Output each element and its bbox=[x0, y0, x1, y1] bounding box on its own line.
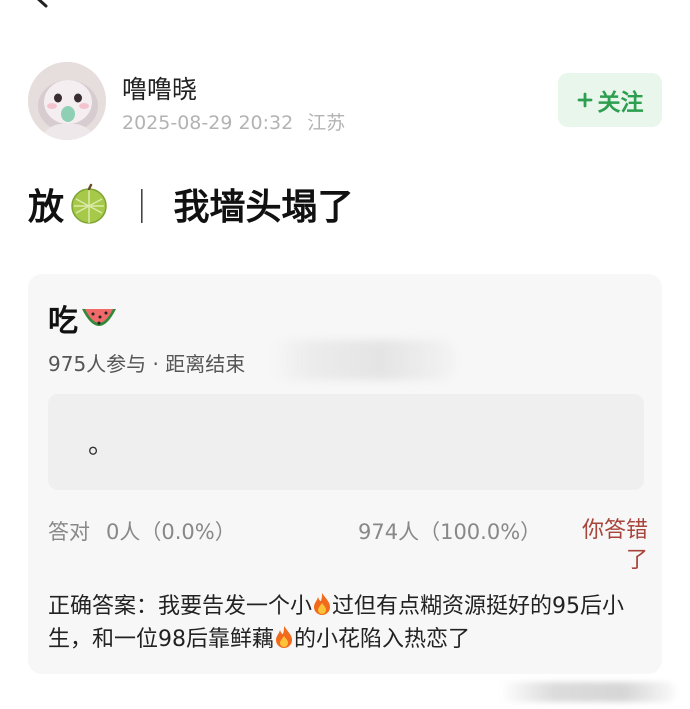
quiz-question-text: 吃 bbox=[48, 304, 78, 339]
chevron-left-icon[interactable] bbox=[30, 0, 52, 8]
melon-emoji-icon bbox=[68, 183, 110, 225]
post-meta: 2025-08-29 20:32 江苏 bbox=[122, 108, 345, 135]
correct-answer: 正确答案：我要告发一个小 过但有点糊资源挺好的95后小生，和一位98后靠鲜藕 的小花… bbox=[48, 592, 648, 658]
watermark bbox=[500, 682, 676, 702]
blurred-region bbox=[272, 340, 456, 380]
fire-emoji-icon bbox=[312, 592, 332, 625]
correct-label: 答对 bbox=[48, 520, 90, 544]
correct-count: 0人（0.0%） bbox=[106, 520, 236, 544]
wrong-count: 974人（100.0%） bbox=[358, 520, 542, 544]
author-row: 噜噜晓 2025-08-29 20:32 江苏 关注 bbox=[28, 60, 664, 140]
watermelon-emoji-icon bbox=[80, 303, 118, 333]
answer-part-1: 正确答案：我要告发一个小 bbox=[48, 594, 313, 619]
post-title: 放 | 我墙头塌了 bbox=[28, 178, 354, 230]
post-location: 江苏 bbox=[307, 112, 346, 134]
quiz-card: 吃 975人参与 · 距离结束 。 答对 0人（0.0%） 974人（100.0%… bbox=[28, 274, 662, 674]
correct-stat: 答对 0人（0.0%） bbox=[48, 516, 236, 546]
participant-count: 975人参与 bbox=[48, 352, 147, 376]
title-end: 我墙头塌了 bbox=[173, 187, 354, 228]
deadline-label: 距离结束 bbox=[165, 352, 246, 376]
author-name[interactable]: 噜噜晓 bbox=[122, 70, 197, 106]
meta-separator: · bbox=[152, 352, 159, 376]
avatar[interactable] bbox=[28, 62, 106, 140]
you-wrong-label: 你答错了 bbox=[581, 518, 648, 573]
follow-label: 关注 bbox=[597, 90, 644, 116]
answer-part-3: 的小花陷入热恋了 bbox=[294, 627, 471, 652]
quiz-question: 吃 bbox=[48, 296, 118, 340]
post-date: 2025-08-29 20:32 bbox=[122, 112, 294, 134]
plus-icon bbox=[577, 92, 592, 108]
follow-button[interactable]: 关注 bbox=[558, 73, 662, 127]
fire-emoji-icon bbox=[274, 625, 294, 658]
option-text: 。 bbox=[88, 430, 115, 460]
title-start: 放 bbox=[28, 187, 65, 228]
quiz-option[interactable]: 。 bbox=[48, 394, 644, 490]
title-separator: | bbox=[136, 184, 148, 224]
quiz-meta: 975人参与 · 距离结束 bbox=[48, 348, 245, 377]
